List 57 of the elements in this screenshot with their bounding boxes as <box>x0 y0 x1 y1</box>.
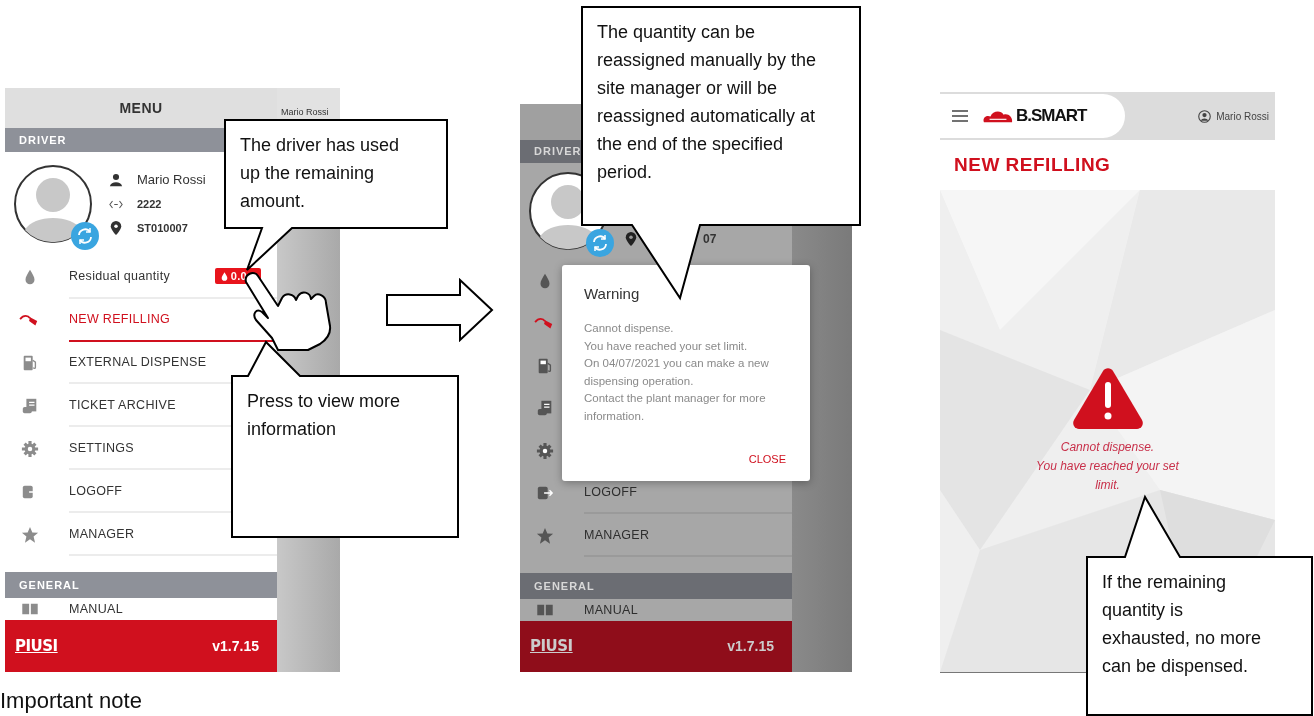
receipt-icon <box>536 399 554 418</box>
menu-item[interactable]: LOGOFF <box>69 483 123 498</box>
menu-item[interactable]: TICKET ARCHIVE <box>69 397 176 412</box>
menu-icon[interactable] <box>952 110 968 122</box>
menu-item[interactable]: SETTINGS <box>69 440 134 455</box>
station-code: 07 <box>703 232 717 247</box>
driver-code: 2222 <box>137 198 162 211</box>
version-label: v1.7.15 <box>727 638 774 655</box>
person-icon <box>109 172 123 187</box>
menu-item[interactable]: NEW REFILLING <box>69 312 171 327</box>
menu-item[interactable]: MANAGER <box>69 526 135 541</box>
settings-icon <box>536 441 554 460</box>
version-label: v1.7.15 <box>212 638 259 655</box>
user-circle-icon[interactable] <box>1198 109 1212 123</box>
fuel-pump-icon <box>21 354 39 372</box>
section-header: GENERAL <box>5 572 277 599</box>
error-message: You have reached your set <box>1036 458 1179 475</box>
driver-name: Mario Rossi <box>137 172 206 188</box>
menu-item[interactable]: MANUAL <box>584 598 792 621</box>
section-heading: Important note <box>0 688 142 714</box>
menu-item[interactable]: EXTERNAL DISPENSE <box>69 355 207 369</box>
fuel-pump-icon <box>536 356 554 375</box>
close-button[interactable]: CLOSE <box>744 449 790 469</box>
callout-text: The quantity can be reassigned manually by the site manager or will be reassigned automatically at the end of the specified period. <box>597 21 818 184</box>
dialog-message: Cannot dispense. <box>584 321 675 336</box>
user-name: Mario Rossi <box>1216 110 1269 122</box>
warning-icon <box>1071 366 1144 430</box>
menu-item[interactable]: Residual quantity <box>69 269 170 284</box>
menu-title: MENU <box>5 88 277 128</box>
right-arrow-icon <box>385 278 495 342</box>
sync-icon[interactable] <box>71 221 99 250</box>
section-header: GENERAL <box>520 573 792 599</box>
brand-logo: PIUSI <box>15 637 58 656</box>
book-icon <box>536 603 554 616</box>
station-code: ST010007 <box>137 222 188 235</box>
location-pin-icon <box>109 221 123 236</box>
sync-icon[interactable] <box>586 229 614 258</box>
star-icon <box>21 525 39 544</box>
callout-text: If the remaining quantity is exhausted, no more can be dispensed. <box>1102 571 1263 678</box>
dialog-message: Contact the plant manager for more information. <box>584 391 767 424</box>
error-message: limit. <box>1094 477 1121 494</box>
brand-logo: B.SMART <box>1016 106 1087 126</box>
code-icon <box>109 199 123 209</box>
location-pin-icon <box>624 232 638 247</box>
menu-item[interactable]: MANAGER <box>584 527 650 542</box>
error-message: Cannot dispense. <box>1059 439 1156 456</box>
menu-item[interactable]: LOGOFF <box>584 485 638 500</box>
dialog-title: Warning <box>584 285 641 302</box>
dialog-message: You have reached your set limit. <box>584 338 749 354</box>
book-icon <box>21 603 39 616</box>
receipt-icon <box>21 396 39 415</box>
brand-logo: PIUSI <box>530 637 573 656</box>
callout-text: Press to view more information <box>247 390 402 441</box>
settings-icon <box>21 439 39 458</box>
star-icon <box>536 526 554 545</box>
menu-item[interactable]: MANUAL <box>69 598 277 621</box>
dialog-message: On 04/07/2021 you can make a new dispensing operation. <box>584 356 770 389</box>
